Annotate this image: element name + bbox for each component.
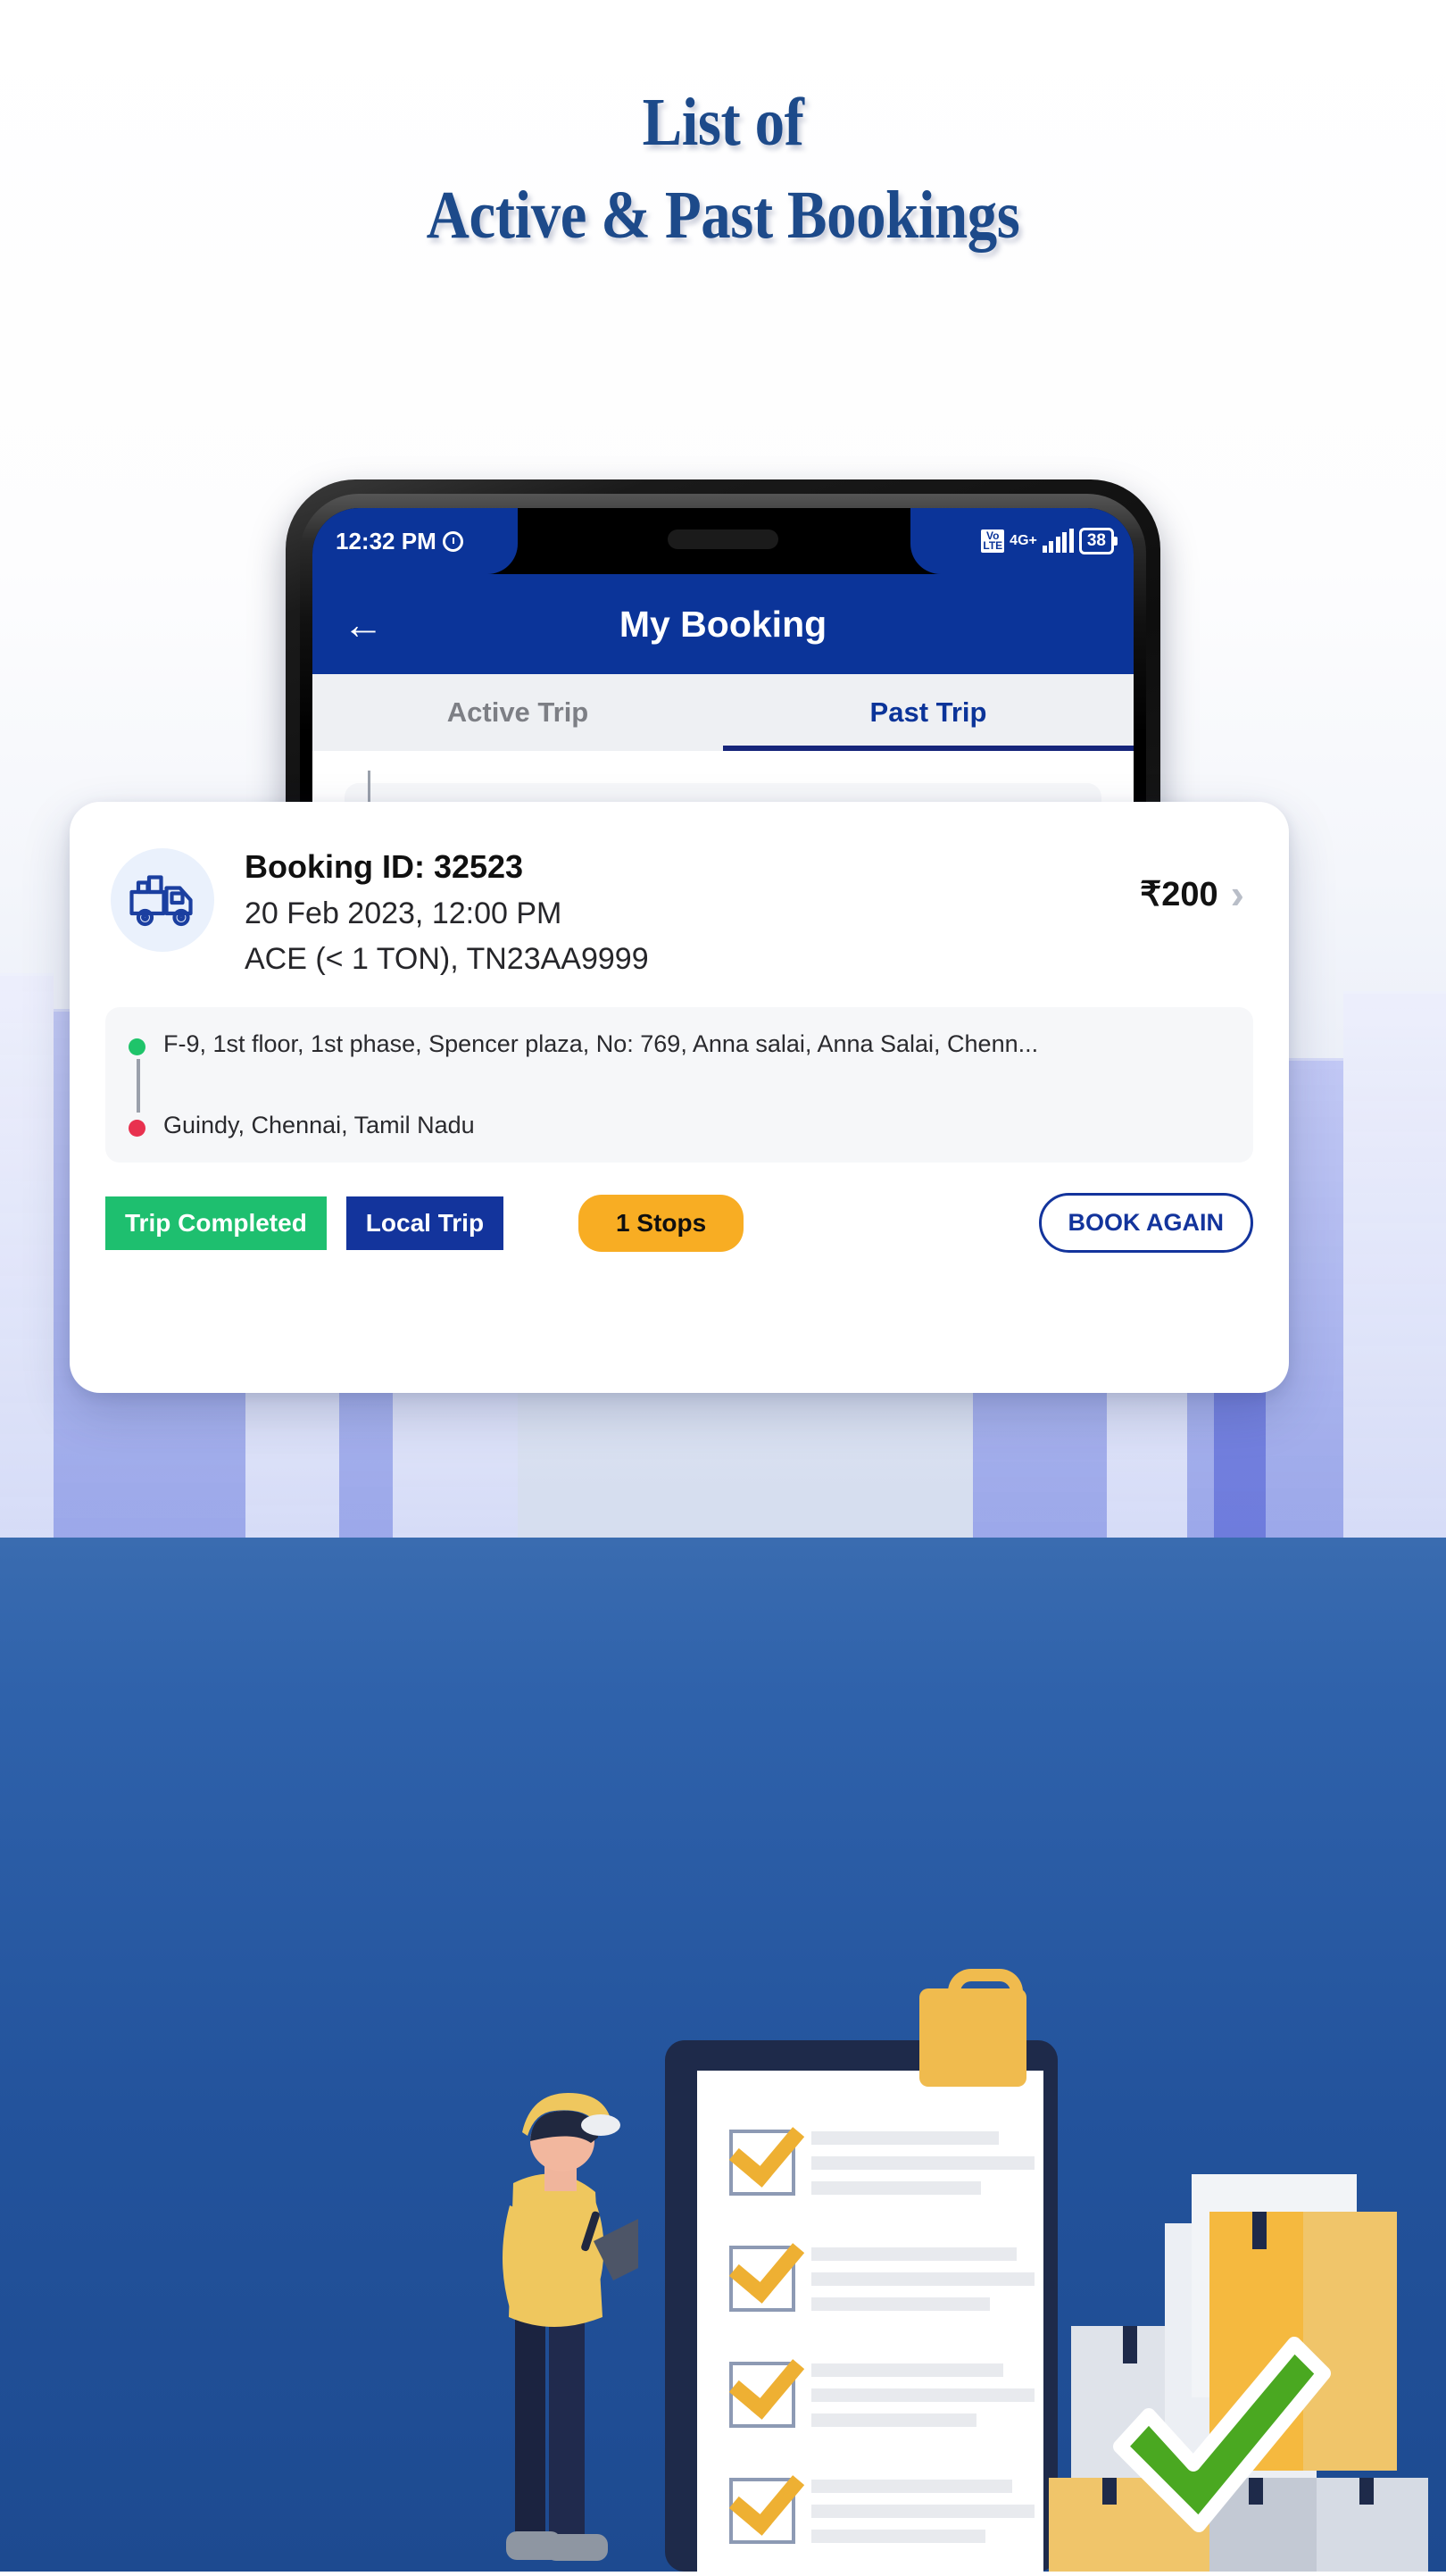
alarm-icon xyxy=(442,530,463,552)
booking-price: ₹200 xyxy=(1140,875,1218,913)
signal-bars-icon xyxy=(1042,529,1074,553)
clipboard-checklist-icon xyxy=(665,1969,1058,2572)
pickup-address-text: F-9, 1st floor, 1st phase, Spencer plaza… xyxy=(163,1030,1039,1057)
price-group[interactable]: ₹200 › xyxy=(1140,848,1289,918)
pickup-address-row: F-9, 1st floor, 1st phase, Spencer plaza… xyxy=(129,1030,1228,1058)
truck-icon xyxy=(111,848,214,952)
network-type-label: 4G+ xyxy=(1010,533,1037,548)
pickup-dot-icon xyxy=(129,1038,145,1055)
page-title: My Booking xyxy=(619,603,827,645)
drop-dot-icon xyxy=(129,1120,145,1137)
route-line xyxy=(137,1059,140,1113)
status-bar: 12:32 PM Vo LTE 4G+ 38 xyxy=(312,508,1134,574)
back-arrow-icon[interactable]: ← xyxy=(343,604,384,645)
delivery-worker-icon xyxy=(460,2036,660,2572)
drop-address-row: Guindy, Chennai, Tamil Nadu xyxy=(129,1112,1228,1139)
status-time: 12:32 PM xyxy=(336,527,436,554)
promo-title: List of Active & Past Bookings xyxy=(0,85,1446,253)
stops-badge: 1 Stops xyxy=(578,1194,744,1252)
address-block: F-9, 1st floor, 1st phase, Spencer plaza… xyxy=(105,1007,1253,1163)
status-badge: Trip Completed xyxy=(105,1196,327,1250)
promo-title-line-2: Active & Past Bookings xyxy=(426,178,1020,253)
green-checkmark-icon xyxy=(1093,2304,1343,2554)
booking-info: Booking ID: 32523 20 Feb 2023, 12:00 PM … xyxy=(245,848,1109,977)
book-again-button[interactable]: BOOK AGAIN xyxy=(1038,1193,1253,1253)
battery-icon: 38 xyxy=(1078,528,1118,554)
trip-type-badge: Local Trip xyxy=(345,1196,504,1250)
featured-booking-card[interactable]: Booking ID: 32523 20 Feb 2023, 12:00 PM … xyxy=(70,802,1289,1393)
tab-past-trip[interactable]: Past Trip xyxy=(723,674,1134,751)
volte-icon: Vo LTE xyxy=(981,529,1005,553)
booking-header: Booking ID: 32523 20 Feb 2023, 12:00 PM … xyxy=(70,802,1289,977)
tab-active-trip[interactable]: Active Trip xyxy=(312,674,723,751)
status-bar-right: Vo LTE 4G+ 38 xyxy=(910,508,1134,574)
status-bar-left: 12:32 PM xyxy=(312,508,518,574)
promo-title-line-1: List of xyxy=(642,85,804,160)
app-header: ← My Booking xyxy=(312,574,1134,674)
booking-id: Booking ID: 32523 xyxy=(245,848,524,885)
action-row: Trip Completed Local Trip 1 Stops BOOK A… xyxy=(70,1163,1289,1253)
trip-tabs: Active Trip Past Trip xyxy=(312,674,1134,751)
chevron-right-icon[interactable]: › xyxy=(1231,870,1244,918)
booking-datetime: 20 Feb 2023, 12:00 PM xyxy=(245,896,562,930)
drop-address-text: Guindy, Chennai, Tamil Nadu xyxy=(163,1112,475,1138)
booking-vehicle: ACE (< 1 TON), TN23AA9999 xyxy=(245,942,649,976)
